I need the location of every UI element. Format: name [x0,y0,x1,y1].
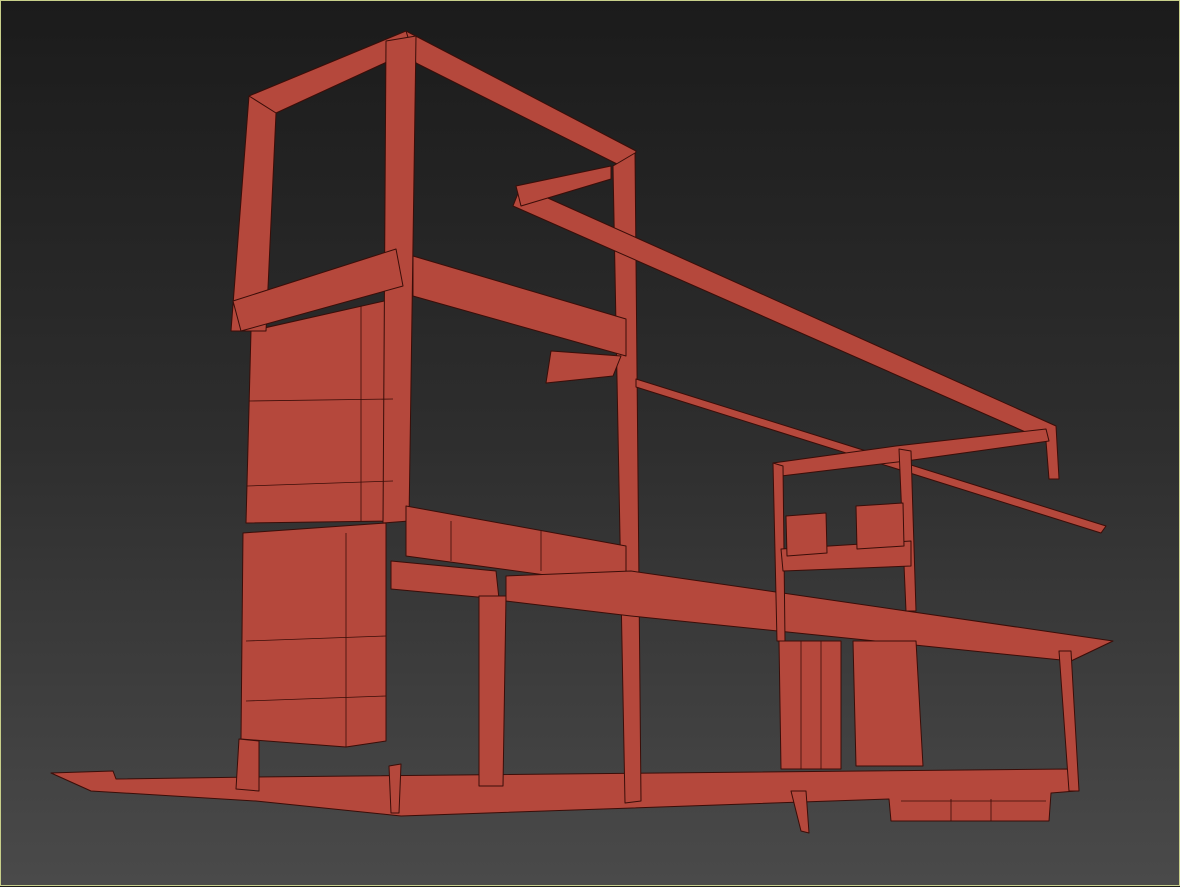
mid-column [478,595,507,787]
ground-slab [50,768,1077,822]
top-right-beam [405,30,637,172]
tower-upper-panel [245,298,397,524]
window-panel-right [855,502,905,550]
3d-viewport[interactable] [0,0,1180,886]
tower-lower-block [240,522,387,748]
window-panel-left [785,512,828,557]
strut-right [790,790,810,834]
strut-left [388,763,402,814]
building-wireframe-model[interactable] [1,1,1180,887]
upper-short-arm [515,165,612,207]
lower-right-block-right [852,640,924,767]
lower-right-block-left [778,640,842,770]
cantilever-ledge [545,350,622,384]
tower-leg [235,738,260,792]
mid-beam-right [412,255,627,357]
